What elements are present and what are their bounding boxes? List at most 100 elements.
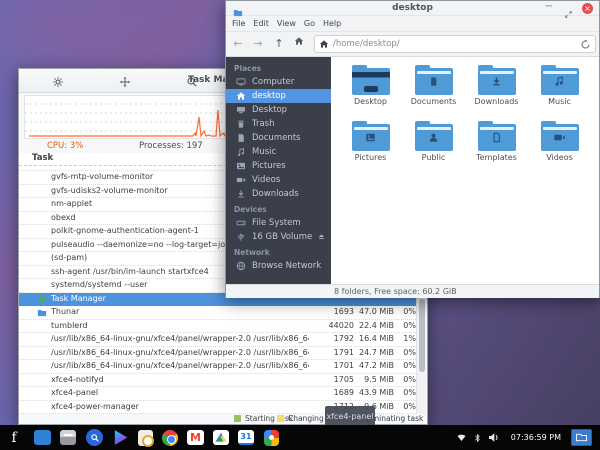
sidebar-item-computer[interactable]: Computer [226,75,331,89]
file-grid: Desktop Documents Downloads Music Pictur… [331,57,599,284]
task-row[interactable]: Thunar 1693 47.0 MiB 0% [19,306,416,320]
trash-icon [236,119,246,129]
document-icon [236,133,246,143]
window-list-button[interactable] [571,429,592,446]
sidebar-item-documents[interactable]: Documents [226,131,331,145]
home-icon [236,91,246,101]
f-launcher-icon[interactable]: f [8,429,25,446]
folder-templates[interactable]: Templates [465,119,528,175]
task-row[interactable]: xfce4-panel 1689 43.9 MiB 0% [19,387,416,401]
document-glyph [415,68,453,95]
processes-count-label: Processes: 197 [139,141,203,151]
menu-go[interactable]: Go [304,19,315,28]
path-text[interactable]: /home/desktop/ [333,39,580,49]
wifi-icon[interactable] [456,432,467,443]
menu-view[interactable]: View [277,19,296,28]
google-d-icon[interactable] [263,429,280,446]
file-glyph [478,124,516,151]
usb-icon [236,232,246,242]
clock[interactable]: 07:36:59 PM [511,433,561,442]
tooltip-xfce4-panel: xfce4-panel [325,406,375,426]
task-row[interactable]: /usr/lib/x86_64-linux-gnu/xfce4/panel/wr… [19,360,416,374]
file-manager-window[interactable]: desktop − × File Edit View Go Help ← → ↑… [225,0,600,298]
search-icon[interactable] [86,429,103,446]
sidebar-item-file-system[interactable]: File System [226,216,331,230]
sidebar-item-browse-network[interactable]: Browse Network [226,259,331,273]
maximize-button[interactable] [564,4,573,23]
folder-downloads[interactable]: Downloads [465,63,528,119]
folder-icon [477,121,516,151]
folder-videos[interactable]: Videos [528,119,591,175]
folder-music[interactable]: Music [528,63,591,119]
video-glyph [541,124,579,151]
gmail-icon[interactable]: M [187,430,204,445]
sidebar-item-videos[interactable]: Videos [226,173,331,187]
task-row[interactable]: /usr/lib/x86_64-linux-gnu/xfce4/panel/wr… [19,347,416,360]
music-note-icon [236,147,246,157]
desktop: Task Manager CPU: 3% Processes: 197 Task… [0,0,600,450]
sidebar-item-pictures[interactable]: Pictures [226,159,331,173]
sidebar-item-desktop-home[interactable]: desktop [226,89,331,103]
refresh-icon[interactable] [580,39,591,50]
task-name: xfce4-power-manager [51,401,139,411]
close-button[interactable]: × [582,3,593,14]
download-glyph [478,68,516,95]
computer-icon [236,77,246,87]
menu-edit[interactable]: Edit [253,19,269,28]
home-button-icon[interactable] [292,36,306,50]
changing-task-swatch [277,415,284,422]
picture-icon [236,161,246,171]
eject-icon[interactable] [317,232,326,244]
folder-documents[interactable]: Documents [402,63,465,119]
bluetooth-icon[interactable] [473,433,482,443]
folder-public[interactable]: Public [402,119,465,175]
media-player-icon[interactable] [138,429,154,447]
file-manager-icon[interactable] [34,429,51,446]
minimize-button[interactable]: − [545,1,553,12]
person-glyph [415,124,453,151]
thunar-folder-icon [37,308,47,318]
system-tray: 07:36:59 PM [456,429,592,446]
music-glyph [541,68,579,95]
play-store-icon[interactable] [112,429,129,446]
magnifier-glyph [90,433,100,443]
task-name: tumblerd [51,320,88,330]
window-title: desktop [392,3,433,13]
video-icon [236,175,246,185]
calendar-icon[interactable]: 31 [238,430,254,445]
task-row[interactable]: xfce4-notifyd 1705 9.5 MiB 0% [19,374,416,387]
path-bar[interactable]: /home/desktop/ [314,35,596,53]
chrome-icon[interactable] [162,429,178,446]
up-icon[interactable]: ↑ [272,37,286,51]
menu-help[interactable]: Help [323,19,341,28]
task-row[interactable]: /usr/lib/x86_64-linux-gnu/xfce4/panel/wr… [19,333,416,347]
file-manager-titlebar[interactable]: desktop − × [226,1,599,18]
forward-icon[interactable]: → [251,37,265,51]
folder-icon [351,121,390,151]
sidebar-header-places: Places [234,64,262,73]
picture-glyph [352,124,390,151]
sidebar-item-desktop[interactable]: Desktop [226,103,331,117]
toolbar: ← → ↑ /home/desktop/ [226,32,599,57]
taskbar-folder-icon [575,432,588,443]
volume-icon[interactable] [488,432,501,443]
folder-pictures[interactable]: Pictures [339,119,402,175]
task-manager-pulse-icon [37,293,47,305]
sidebar-item-music[interactable]: Music [226,145,331,159]
folder-desktop[interactable]: Desktop [339,63,402,119]
cpu-usage-label: CPU: 3% [47,141,84,151]
sidebar-header-devices: Devices [234,205,267,214]
sidebar-item-volume[interactable]: 16 GB Volume [226,230,331,244]
sidebar-item-downloads[interactable]: Downloads [226,187,331,201]
desktop-icon [236,105,246,115]
task-row[interactable]: tumblerd 44020 22.4 MiB 0% [19,320,416,333]
folder-icon [351,65,390,95]
sidebar-item-trash[interactable]: Trash [226,117,331,131]
globe-icon [236,261,246,271]
scrollbar-thumb[interactable] [419,299,425,372]
back-icon[interactable]: ← [231,37,245,51]
google-drive-icon[interactable] [213,430,229,445]
download-icon [236,189,246,199]
task-name: /usr/lib/x86_64-linux-gnu/xfce4/panel/wr… [51,361,309,370]
archive-icon[interactable] [60,429,77,446]
